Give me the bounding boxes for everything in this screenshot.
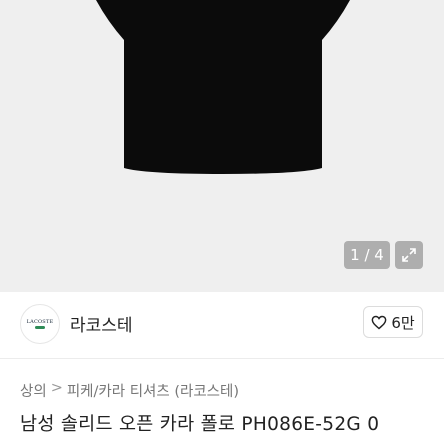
seller-logo[interactable]: LACOSTE xyxy=(20,304,60,344)
heart-icon xyxy=(371,315,387,329)
expand-icon xyxy=(402,248,416,262)
crocodile-icon xyxy=(34,326,45,329)
expand-image-button[interactable] xyxy=(395,241,423,269)
breadcrumb: 상의 > 피케/카라 티셔츠 (라코스테) xyxy=(20,380,239,401)
like-count: 6만 xyxy=(391,313,415,332)
seller-bar: LACOSTE 라코스테 6만 xyxy=(0,292,444,359)
breadcrumb-separator: > xyxy=(50,380,63,396)
seller-name[interactable]: 라코스테 xyxy=(70,311,133,336)
breadcrumb-item-category[interactable]: 상의 xyxy=(20,380,47,401)
seller-logo-text: LACOSTE xyxy=(26,319,54,325)
product-title: 남성 솔리드 오픈 카라 폴로 PH086E-52G 0 xyxy=(20,414,380,435)
image-pager: 1 / 4 xyxy=(344,241,390,269)
product-image-carousel[interactable]: 1 / 4 xyxy=(0,0,444,292)
breadcrumb-item-subcategory[interactable]: 피케/카라 티셔츠 (라코스테) xyxy=(67,380,239,401)
like-button[interactable]: 6만 xyxy=(363,306,423,338)
